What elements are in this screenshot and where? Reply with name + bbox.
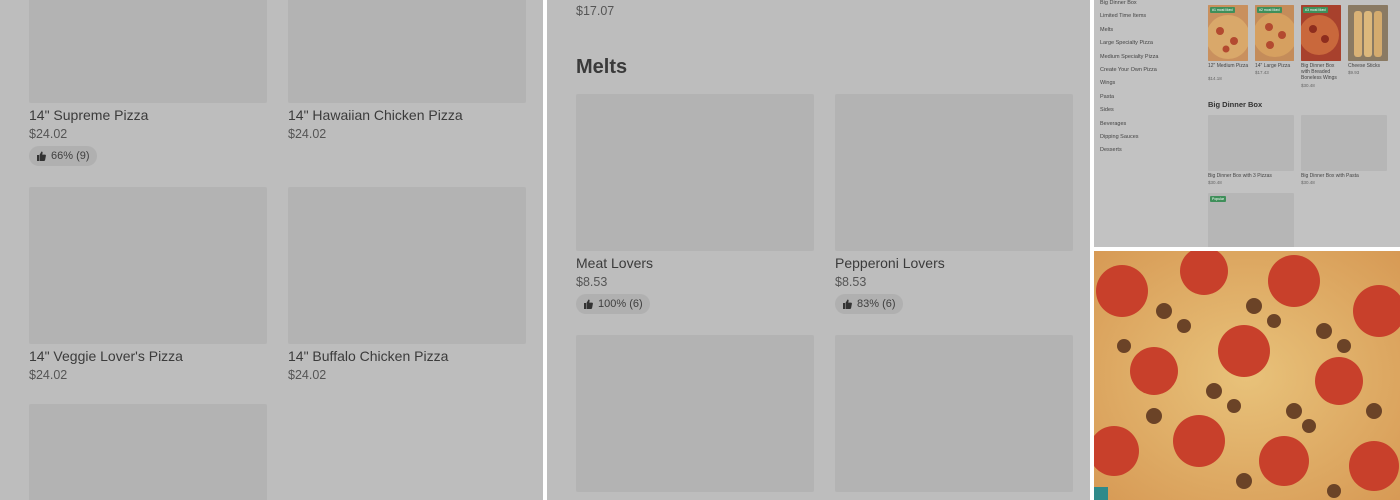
sidebar-item[interactable]: Beverages [1100, 121, 1126, 127]
featured-item-image[interactable] [1208, 5, 1248, 61]
item-name[interactable]: Meat Lovers [576, 255, 653, 271]
item-image[interactable] [29, 0, 267, 103]
item-price: $17.07 [576, 4, 615, 18]
section-title-melts: Melts [576, 56, 628, 78]
featured-item-price: $17.43 [1255, 70, 1269, 75]
most-liked-tag: #2 most liked [1257, 7, 1282, 13]
sidebar-item[interactable]: Sides [1100, 107, 1114, 113]
rating-text: 66% (9) [51, 150, 90, 162]
item-price: $24.02 [29, 368, 68, 382]
most-liked-tag: #3 most liked [1303, 7, 1328, 13]
left-menu-panel: 14" Supreme Pizza $24.02 66% (9) 14" Haw… [0, 0, 543, 500]
middle-menu-panel: $17.07 Melts Meat Lovers $8.53 100% (6) … [547, 0, 1090, 500]
item-image[interactable] [576, 335, 814, 492]
featured-item-image[interactable] [1301, 5, 1341, 61]
featured-item-label[interactable]: 14" Large Pizza [1255, 63, 1297, 69]
box-item-price: $30.48 [1208, 180, 1222, 185]
pizza-thumbnail [1208, 5, 1248, 61]
item-price: $8.53 [576, 275, 608, 289]
featured-item-image[interactable] [1255, 5, 1294, 61]
box-item-image[interactable] [1208, 115, 1294, 171]
sidebar-item[interactable]: Wings [1100, 80, 1115, 86]
featured-item-price: $30.48 [1301, 83, 1315, 88]
featured-item-label[interactable]: Cheese Sticks [1348, 63, 1392, 69]
sidebar-item[interactable]: Big Dinner Box [1100, 0, 1137, 6]
rating-text: 100% (6) [598, 298, 643, 310]
item-name[interactable]: 14" Hawaiian Chicken Pizza [288, 107, 463, 123]
item-image[interactable] [576, 94, 814, 251]
pizza-thumbnail [1255, 5, 1294, 61]
item-name[interactable]: 14" Supreme Pizza [29, 107, 148, 123]
item-price: $24.02 [29, 127, 68, 141]
sidebar-item[interactable]: Melts [1100, 27, 1113, 33]
item-name[interactable]: 14" Veggie Lover's Pizza [29, 348, 183, 364]
item-image[interactable] [835, 94, 1073, 251]
sidebar-item[interactable]: Large Specialty Pizza [1100, 40, 1153, 46]
featured-item-price: $14.18 [1208, 76, 1222, 81]
rating-badge: 66% (9) [29, 146, 97, 166]
item-name[interactable]: Pepperoni Lovers [835, 255, 945, 271]
sidebar-item[interactable]: Create Your Own Pizza [1100, 67, 1157, 73]
featured-item-label[interactable]: 12" Medium Pizza [1208, 63, 1250, 69]
pepperoni-sausage-pizza-image [1094, 251, 1400, 500]
thumbs-up-icon [584, 299, 593, 309]
box-item-image[interactable] [1301, 115, 1387, 171]
mini-menu-page: Big Dinner Box Limited Time Items Melts … [1094, 0, 1400, 247]
sidebar-item[interactable]: Desserts [1100, 147, 1122, 153]
most-liked-tag: #1 most liked [1210, 7, 1235, 13]
featured-item-price: $9.93 [1348, 70, 1360, 75]
item-price: $8.53 [835, 275, 867, 289]
item-image[interactable] [288, 0, 526, 103]
sidebar-item[interactable]: Pasta [1100, 94, 1114, 100]
featured-item-image[interactable] [1348, 5, 1388, 61]
sidebar-item[interactable]: Limited Time Items [1100, 13, 1146, 19]
thumbs-up-icon [37, 151, 46, 161]
box-item-label[interactable]: Big Dinner Box with Pasta [1301, 173, 1387, 179]
item-image[interactable] [835, 335, 1073, 492]
sidebar-item[interactable]: Dipping Sauces [1100, 134, 1139, 140]
box-item-label[interactable]: Big Dinner Box with 3 Pizzas [1208, 173, 1294, 179]
item-image[interactable] [288, 187, 526, 344]
item-name[interactable]: 14" Buffalo Chicken Pizza [288, 348, 448, 364]
thumbs-up-icon [843, 299, 852, 309]
box-item-price: $30.48 [1301, 180, 1315, 185]
item-price: $24.02 [288, 368, 327, 382]
cheese-sticks-thumbnail [1348, 5, 1388, 61]
sidebar-item[interactable]: Medium Specialty Pizza [1100, 54, 1158, 60]
rating-text: 83% (6) [857, 298, 896, 310]
pizza-photo [1094, 251, 1400, 500]
rating-badge: 83% (6) [835, 294, 903, 314]
popular-tag: Popular [1210, 196, 1227, 202]
featured-item-label[interactable]: Big Dinner Box with Breaded Boneless Win… [1301, 63, 1343, 81]
item-image[interactable] [29, 187, 267, 344]
item-image[interactable] [29, 404, 267, 500]
item-price: $24.02 [288, 127, 327, 141]
section-title-big-dinner-box: Big Dinner Box [1208, 100, 1263, 109]
pizza-thumbnail [1301, 5, 1341, 61]
rating-badge: 100% (6) [576, 294, 650, 314]
